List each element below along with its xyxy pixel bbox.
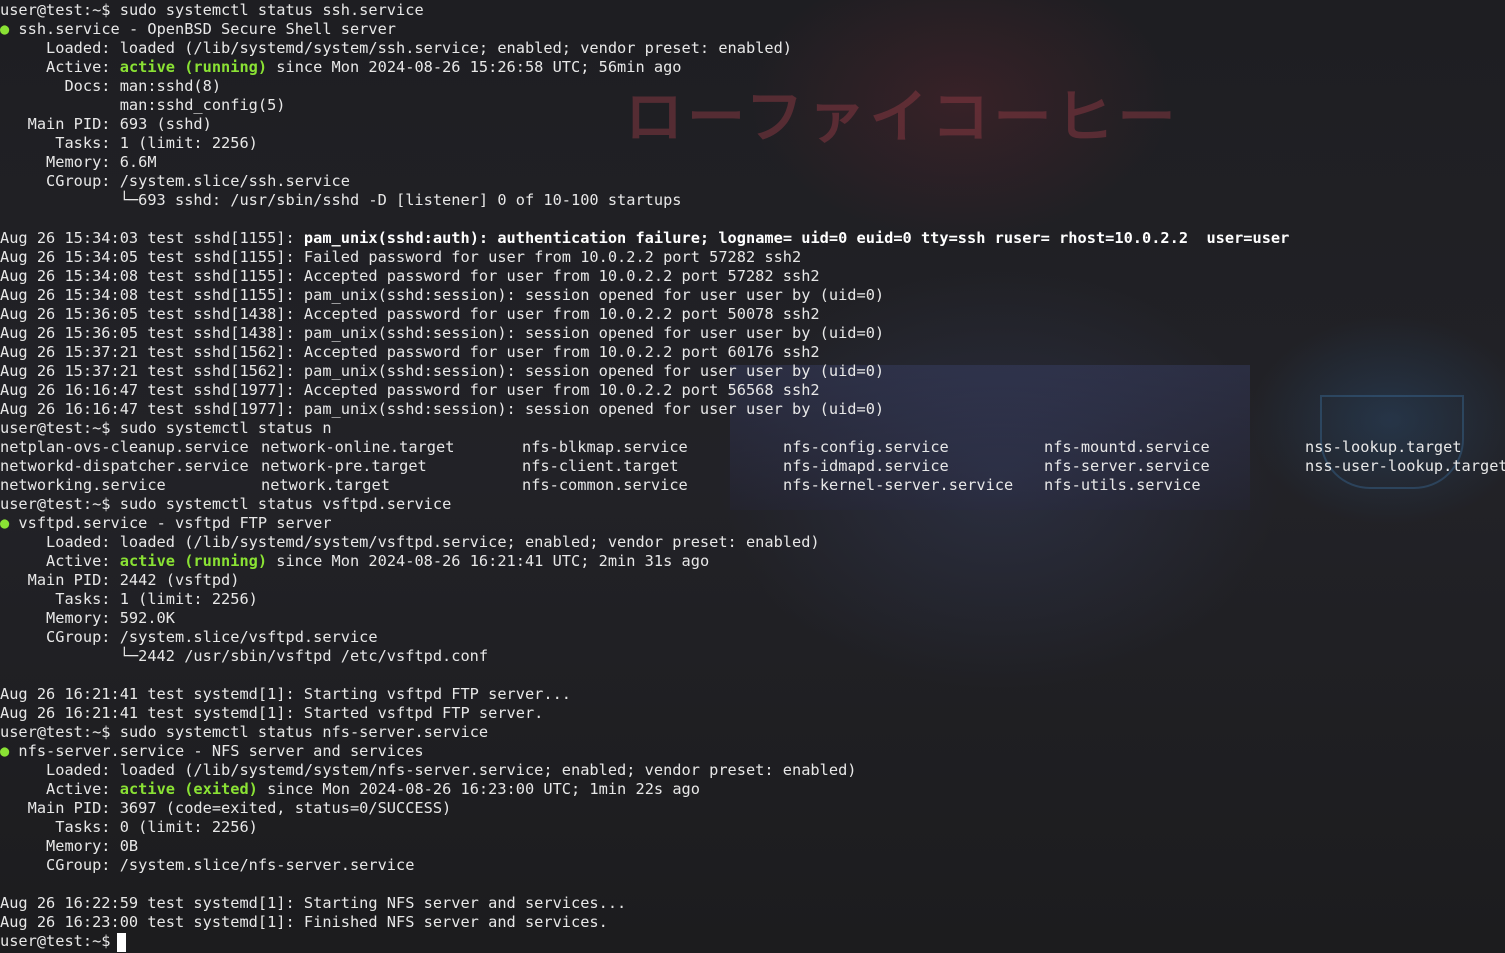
command-text: sudo systemctl status vsftpd.service xyxy=(119,495,452,513)
active-line: Active: active (exited) since Mon 2024-0… xyxy=(0,780,700,798)
log-line: Aug 26 15:36:05 test sshd[1438]: pam_uni… xyxy=(0,324,885,342)
cgroup-process: └─2442 /usr/sbin/vsftpd /etc/vsftpd.conf xyxy=(0,647,489,665)
completion-item: nss-lookup.target xyxy=(1305,438,1462,456)
command-text: sudo systemctl status ssh.service xyxy=(119,1,424,19)
log-line: Aug 26 16:21:41 test systemd[1]: Started… xyxy=(0,704,544,722)
completion-item: network-pre.target xyxy=(261,457,427,475)
tasks-line: Tasks: 1 (limit: 2256) xyxy=(0,134,258,152)
completion-item: nfs-client.target xyxy=(522,457,679,475)
completion-item: nfs-utils.service xyxy=(1044,476,1201,494)
log-line: Aug 26 16:22:59 test systemd[1]: Startin… xyxy=(0,894,627,912)
completion-item: networkd-dispatcher.service xyxy=(0,457,249,475)
log-line: Aug 26 15:34:03 test sshd[1155]: pam_uni… xyxy=(0,229,1290,247)
active-state: active (running) xyxy=(119,58,268,76)
completion-item: networking.service xyxy=(0,476,166,494)
completion-item: network.target xyxy=(261,476,390,494)
active-line: Active: active (running) since Mon 2024-… xyxy=(0,58,682,76)
completion-item: nfs-common.service xyxy=(522,476,688,494)
command-text: sudo systemctl status n xyxy=(119,419,332,437)
memory-line: Memory: 6.6M xyxy=(0,153,157,171)
status-dot-icon: ● xyxy=(0,20,10,38)
log-line: Aug 26 16:16:47 test sshd[1977]: Accepte… xyxy=(0,381,820,399)
command-line: user@test:~$ sudo systemctl status n xyxy=(0,419,332,438)
unit-header: ● vsftpd.service - vsftpd FTP server xyxy=(0,514,332,533)
docs-line: Docs: man:sshd(8) xyxy=(0,77,222,95)
completion-item: netplan-ovs-cleanup.service xyxy=(0,438,249,456)
prompt: user@test:~$ xyxy=(0,419,120,437)
log-line: Aug 26 15:34:05 test sshd[1155]: Failed … xyxy=(0,248,802,266)
completion-item: nss-user-lookup.target xyxy=(1305,457,1505,475)
completion-item: nfs-config.service xyxy=(783,438,949,456)
loaded-line: Loaded: loaded (/lib/systemd/system/ssh.… xyxy=(0,39,793,57)
command-line[interactable]: user@test:~$ xyxy=(0,932,120,951)
log-line: Aug 26 15:34:08 test sshd[1155]: Accepte… xyxy=(0,267,820,285)
cgroup-process: └─693 sshd: /usr/sbin/sshd -D [listener]… xyxy=(0,191,682,209)
log-line: Aug 26 15:36:05 test sshd[1438]: Accepte… xyxy=(0,305,820,323)
log-line: Aug 26 16:21:41 test systemd[1]: Startin… xyxy=(0,685,571,703)
tasks-line: Tasks: 0 (limit: 2256) xyxy=(0,818,258,836)
pid-line: Main PID: 693 (sshd) xyxy=(0,115,212,133)
unit-header: ● nfs-server.service - NFS server and se… xyxy=(0,742,424,761)
completion-item: network-online.target xyxy=(261,438,455,456)
completion-item: nfs-kernel-server.service xyxy=(783,476,1014,494)
memory-line: Memory: 0B xyxy=(0,837,139,855)
prompt: user@test:~$ xyxy=(0,1,120,19)
command-line: user@test:~$ sudo systemctl status ssh.s… xyxy=(0,1,424,20)
neon-sign: ローファイコーヒー xyxy=(625,83,1180,151)
completion-item: nfs-mountd.service xyxy=(1044,438,1210,456)
active-state: active (running) xyxy=(119,552,268,570)
memory-line: Memory: 592.0K xyxy=(0,609,175,627)
log-line: Aug 26 16:23:00 test systemd[1]: Finishe… xyxy=(0,913,608,931)
completion-item: nfs-idmapd.service xyxy=(783,457,949,475)
status-dot-icon: ● xyxy=(0,742,10,760)
loaded-line: Loaded: loaded (/lib/systemd/system/vsft… xyxy=(0,533,820,551)
log-line: Aug 26 15:34:08 test sshd[1155]: pam_uni… xyxy=(0,286,885,304)
completion-item: nfs-blkmap.service xyxy=(522,438,688,456)
tasks-line: Tasks: 1 (limit: 2256) xyxy=(0,590,258,608)
unit-title: ssh.service - OpenBSD Secure Shell serve… xyxy=(9,20,397,38)
docs-line: man:sshd_config(5) xyxy=(0,96,286,114)
active-state: active (exited) xyxy=(119,780,258,798)
log-line: Aug 26 15:37:21 test sshd[1562]: pam_uni… xyxy=(0,362,885,380)
log-line: Aug 26 16:16:47 test sshd[1977]: pam_uni… xyxy=(0,400,885,418)
unit-title: vsftpd.service - vsftpd FTP server xyxy=(9,514,332,532)
unit-header: ● ssh.service - OpenBSD Secure Shell ser… xyxy=(0,20,396,39)
pid-line: Main PID: 2442 (vsftpd) xyxy=(0,571,240,589)
completion-item: nfs-server.service xyxy=(1044,457,1210,475)
cgroup-line: CGroup: /system.slice/ssh.service xyxy=(0,172,350,190)
prompt: user@test:~$ xyxy=(0,932,120,950)
prompt: user@test:~$ xyxy=(0,723,120,741)
command-line: user@test:~$ sudo systemctl status nfs-s… xyxy=(0,723,488,742)
cgroup-line: CGroup: /system.slice/vsftpd.service xyxy=(0,628,378,646)
log-line: Aug 26 15:37:21 test sshd[1562]: Accepte… xyxy=(0,343,820,361)
prompt: user@test:~$ xyxy=(0,495,120,513)
command-line: user@test:~$ sudo systemctl status vsftp… xyxy=(0,495,451,514)
command-text: sudo systemctl status nfs-server.service xyxy=(119,723,489,741)
cgroup-line: CGroup: /system.slice/nfs-server.service xyxy=(0,856,415,874)
pid-line: Main PID: 3697 (code=exited, status=0/SU… xyxy=(0,799,452,817)
unit-title: nfs-server.service - NFS server and serv… xyxy=(9,742,424,760)
text-cursor xyxy=(117,933,126,952)
loaded-line: Loaded: loaded (/lib/systemd/system/nfs-… xyxy=(0,761,857,779)
active-line: Active: active (running) since Mon 2024-… xyxy=(0,552,710,570)
status-dot-icon: ● xyxy=(0,514,10,532)
